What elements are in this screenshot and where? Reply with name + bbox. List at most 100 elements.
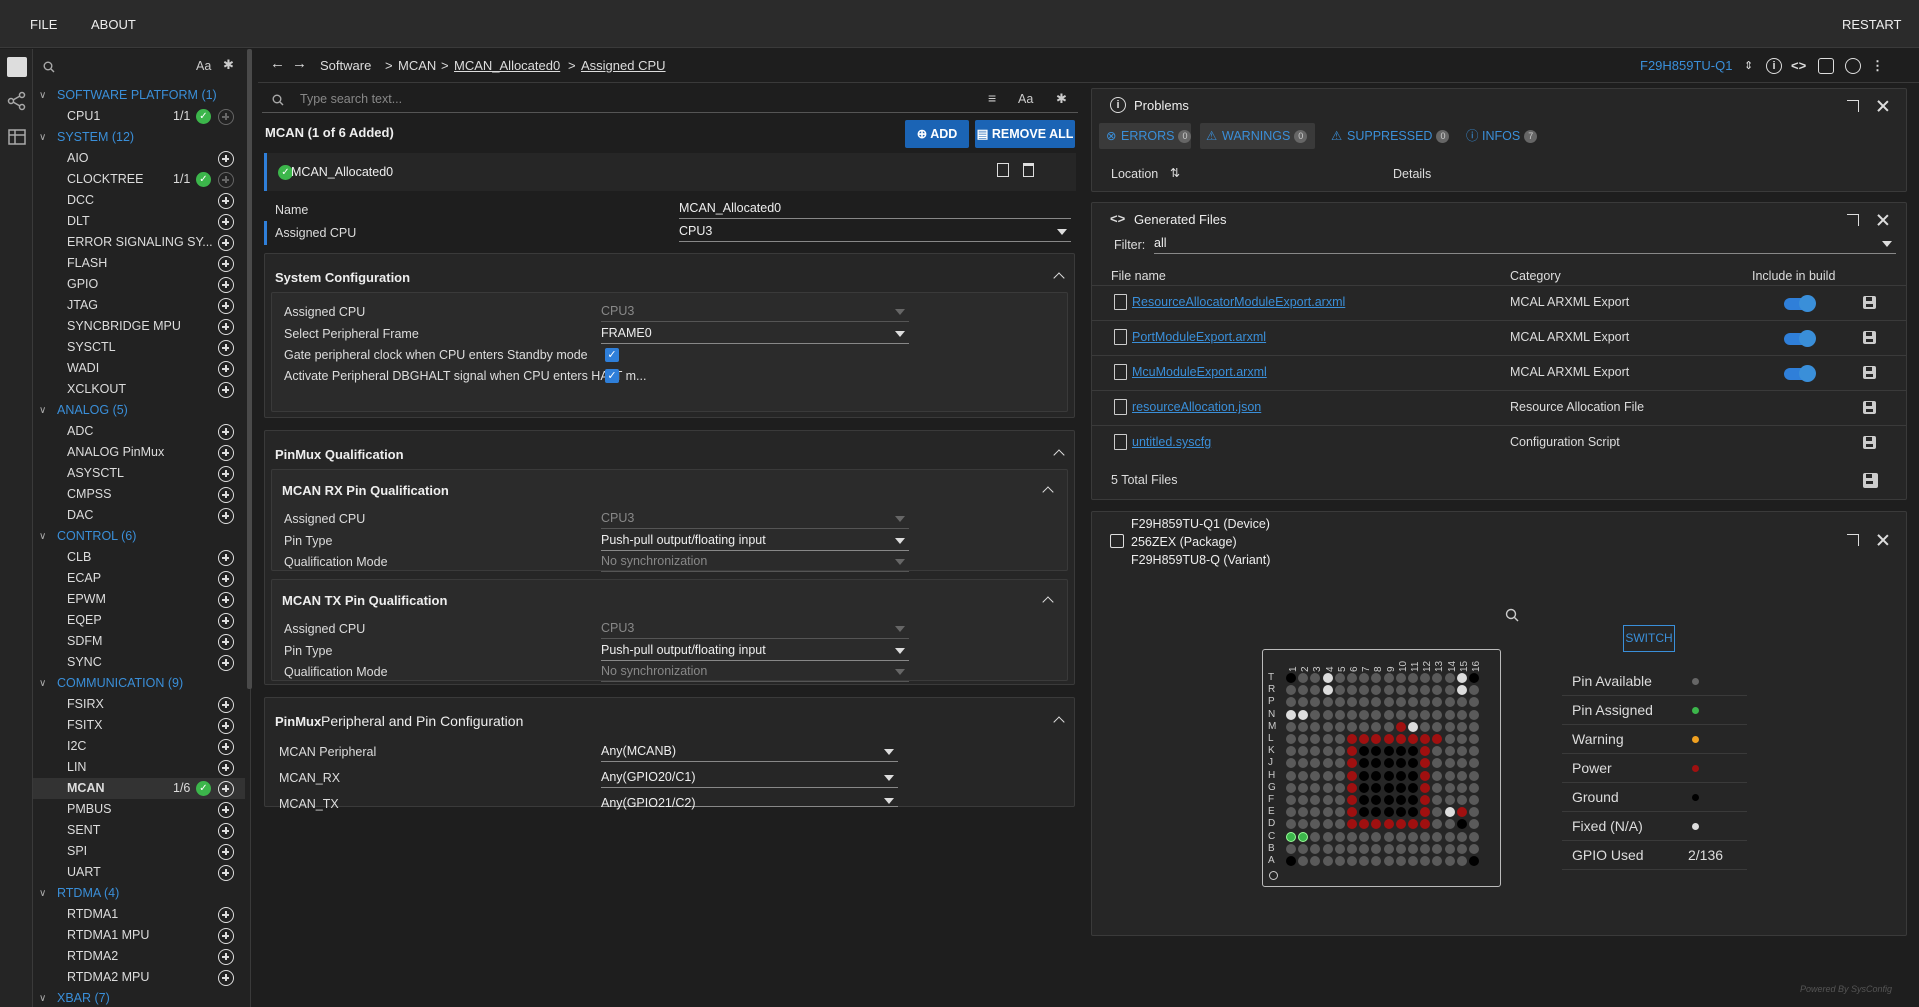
pin-ball[interactable] — [1286, 843, 1296, 854]
pin-ball[interactable] — [1420, 721, 1431, 732]
pin-ball[interactable] — [1395, 721, 1406, 732]
tree-item[interactable]: RTDMA2 MPU — [33, 967, 245, 988]
add-circle-icon[interactable] — [218, 844, 234, 860]
pin-ball[interactable] — [1469, 831, 1479, 842]
tree-group[interactable]: ∨ RTDMA (4) — [33, 883, 245, 904]
pin-ball[interactable] — [1334, 721, 1345, 732]
include-toggle[interactable] — [1784, 330, 1816, 347]
tree-item[interactable]: PMBUS — [33, 799, 245, 820]
pin-ball[interactable] — [1334, 831, 1345, 842]
pin-ball[interactable] — [1334, 843, 1345, 854]
pin-ball[interactable] — [1444, 673, 1455, 683]
tree-item[interactable]: ASYSCTL — [33, 463, 245, 484]
pin-ball[interactable] — [1322, 721, 1333, 732]
pin-ball[interactable] — [1347, 721, 1357, 732]
tree-item[interactable]: WADI — [33, 358, 245, 379]
pin-ball[interactable] — [1286, 721, 1296, 732]
pin-ball[interactable] — [1469, 721, 1479, 732]
tree-item[interactable]: JTAG — [33, 295, 245, 316]
collapse-icon[interactable] — [1054, 448, 1064, 458]
pin-ball[interactable] — [1310, 770, 1321, 781]
add-circle-icon[interactable] — [218, 613, 234, 629]
forward-arrow-icon[interactable]: → — [292, 55, 307, 72]
pin-ball[interactable] — [1456, 856, 1467, 866]
gate-clock-checkbox[interactable]: ✓ — [605, 348, 619, 362]
pin-ball[interactable] — [1310, 709, 1321, 720]
close-icon[interactable] — [1877, 214, 1889, 226]
file-link[interactable]: resourceAllocation.json — [1132, 400, 1261, 414]
tab-errors[interactable]: ⊗ ERRORS 0 — [1099, 123, 1192, 149]
pin-ball[interactable] — [1408, 782, 1418, 793]
tree-item[interactable]: CLOCKTREE 1/1 ✓ — [33, 169, 245, 190]
menu-about[interactable]: ABOUT — [91, 17, 136, 32]
pin-ball[interactable] — [1383, 758, 1394, 769]
tree-item[interactable]: SENT — [33, 820, 245, 841]
pin-ball[interactable] — [1347, 673, 1357, 683]
more-options-icon[interactable]: ⋮ — [1871, 58, 1884, 74]
pin-ball[interactable] — [1322, 782, 1333, 793]
pin-ball[interactable] — [1408, 831, 1418, 842]
dbghalt-checkbox[interactable]: ✓ — [605, 369, 619, 383]
add-circle-icon[interactable] — [218, 109, 234, 125]
pin-ball[interactable] — [1469, 856, 1479, 866]
tree-item[interactable]: DLT — [33, 211, 245, 232]
close-icon[interactable] — [1877, 534, 1889, 546]
tree-item[interactable]: I2C — [33, 736, 245, 757]
pin-ball[interactable] — [1456, 795, 1467, 805]
pin-ball[interactable] — [1444, 758, 1455, 769]
tree-group[interactable]: ∨ ANALOG (5) — [33, 400, 245, 421]
pin-ball[interactable] — [1469, 843, 1479, 854]
add-button[interactable]: ⊕ ADD — [905, 120, 969, 148]
pin-ball[interactable] — [1359, 831, 1370, 842]
peripheral-frame-select[interactable]: FRAME0 — [601, 324, 909, 344]
add-circle-icon[interactable] — [218, 235, 234, 251]
pin-ball[interactable] — [1420, 770, 1431, 781]
add-circle-icon[interactable] — [218, 592, 234, 608]
pin-ball[interactable] — [1456, 721, 1467, 732]
pin-ball[interactable] — [1383, 746, 1394, 757]
instance-row[interactable]: ✓ MCAN_Allocated0 — [264, 153, 1076, 191]
pin-ball[interactable] — [1322, 795, 1333, 805]
pin-ball[interactable] — [1286, 856, 1296, 866]
tree-item[interactable]: GPIO — [33, 274, 245, 295]
pin-ball[interactable] — [1383, 721, 1394, 732]
tree-item[interactable]: FLASH — [33, 253, 245, 274]
add-circle-icon[interactable] — [218, 277, 234, 293]
pin-ball[interactable] — [1408, 734, 1418, 744]
pin-ball[interactable] — [1408, 770, 1418, 781]
save-icon[interactable] — [1863, 296, 1876, 309]
pin-ball[interactable] — [1420, 843, 1431, 854]
pin-ball[interactable] — [1444, 819, 1455, 830]
pin-ball[interactable] — [1395, 709, 1406, 720]
topology-icon[interactable] — [7, 91, 27, 111]
pin-ball[interactable] — [1298, 721, 1309, 732]
pin-ball[interactable] — [1322, 709, 1333, 720]
expand-icon[interactable] — [1847, 534, 1859, 546]
modules-view-icon[interactable] — [7, 57, 27, 77]
pin-ball[interactable] — [1334, 746, 1345, 757]
pin-ball[interactable] — [1286, 831, 1296, 842]
pin-ball[interactable] — [1371, 709, 1382, 720]
pin-ball[interactable] — [1322, 734, 1333, 744]
pin-ball[interactable] — [1359, 782, 1370, 793]
file-link[interactable]: McuModuleExport.arxml — [1132, 365, 1267, 379]
match-case-toggle[interactable]: Aa — [1018, 92, 1033, 106]
tree-item[interactable]: SYSCTL — [33, 337, 245, 358]
pin-ball[interactable] — [1408, 709, 1418, 720]
pin-ball[interactable] — [1444, 709, 1455, 720]
menu-file[interactable]: FILE — [30, 17, 57, 32]
tree-group[interactable]: ∨ CONTROL (6) — [33, 526, 245, 547]
file-link[interactable]: untitled.syscfg — [1132, 435, 1211, 449]
pin-ball[interactable] — [1408, 843, 1418, 854]
file-link[interactable]: PortModuleExport.arxml — [1132, 330, 1266, 344]
pin-ball[interactable] — [1395, 795, 1406, 805]
file-row[interactable]: resourceAllocation.json Resource Allocati… — [1092, 390, 1906, 425]
tree-item[interactable]: DCC — [33, 190, 245, 211]
pin-ball[interactable] — [1456, 843, 1467, 854]
pin-ball[interactable] — [1383, 782, 1394, 793]
include-toggle[interactable] — [1784, 365, 1816, 382]
pin-ball[interactable] — [1322, 697, 1333, 708]
table-view-icon[interactable] — [7, 127, 27, 147]
add-circle-icon[interactable] — [218, 151, 234, 167]
mcan-rx-select[interactable]: Any(GPIO20/C1) — [601, 768, 898, 788]
